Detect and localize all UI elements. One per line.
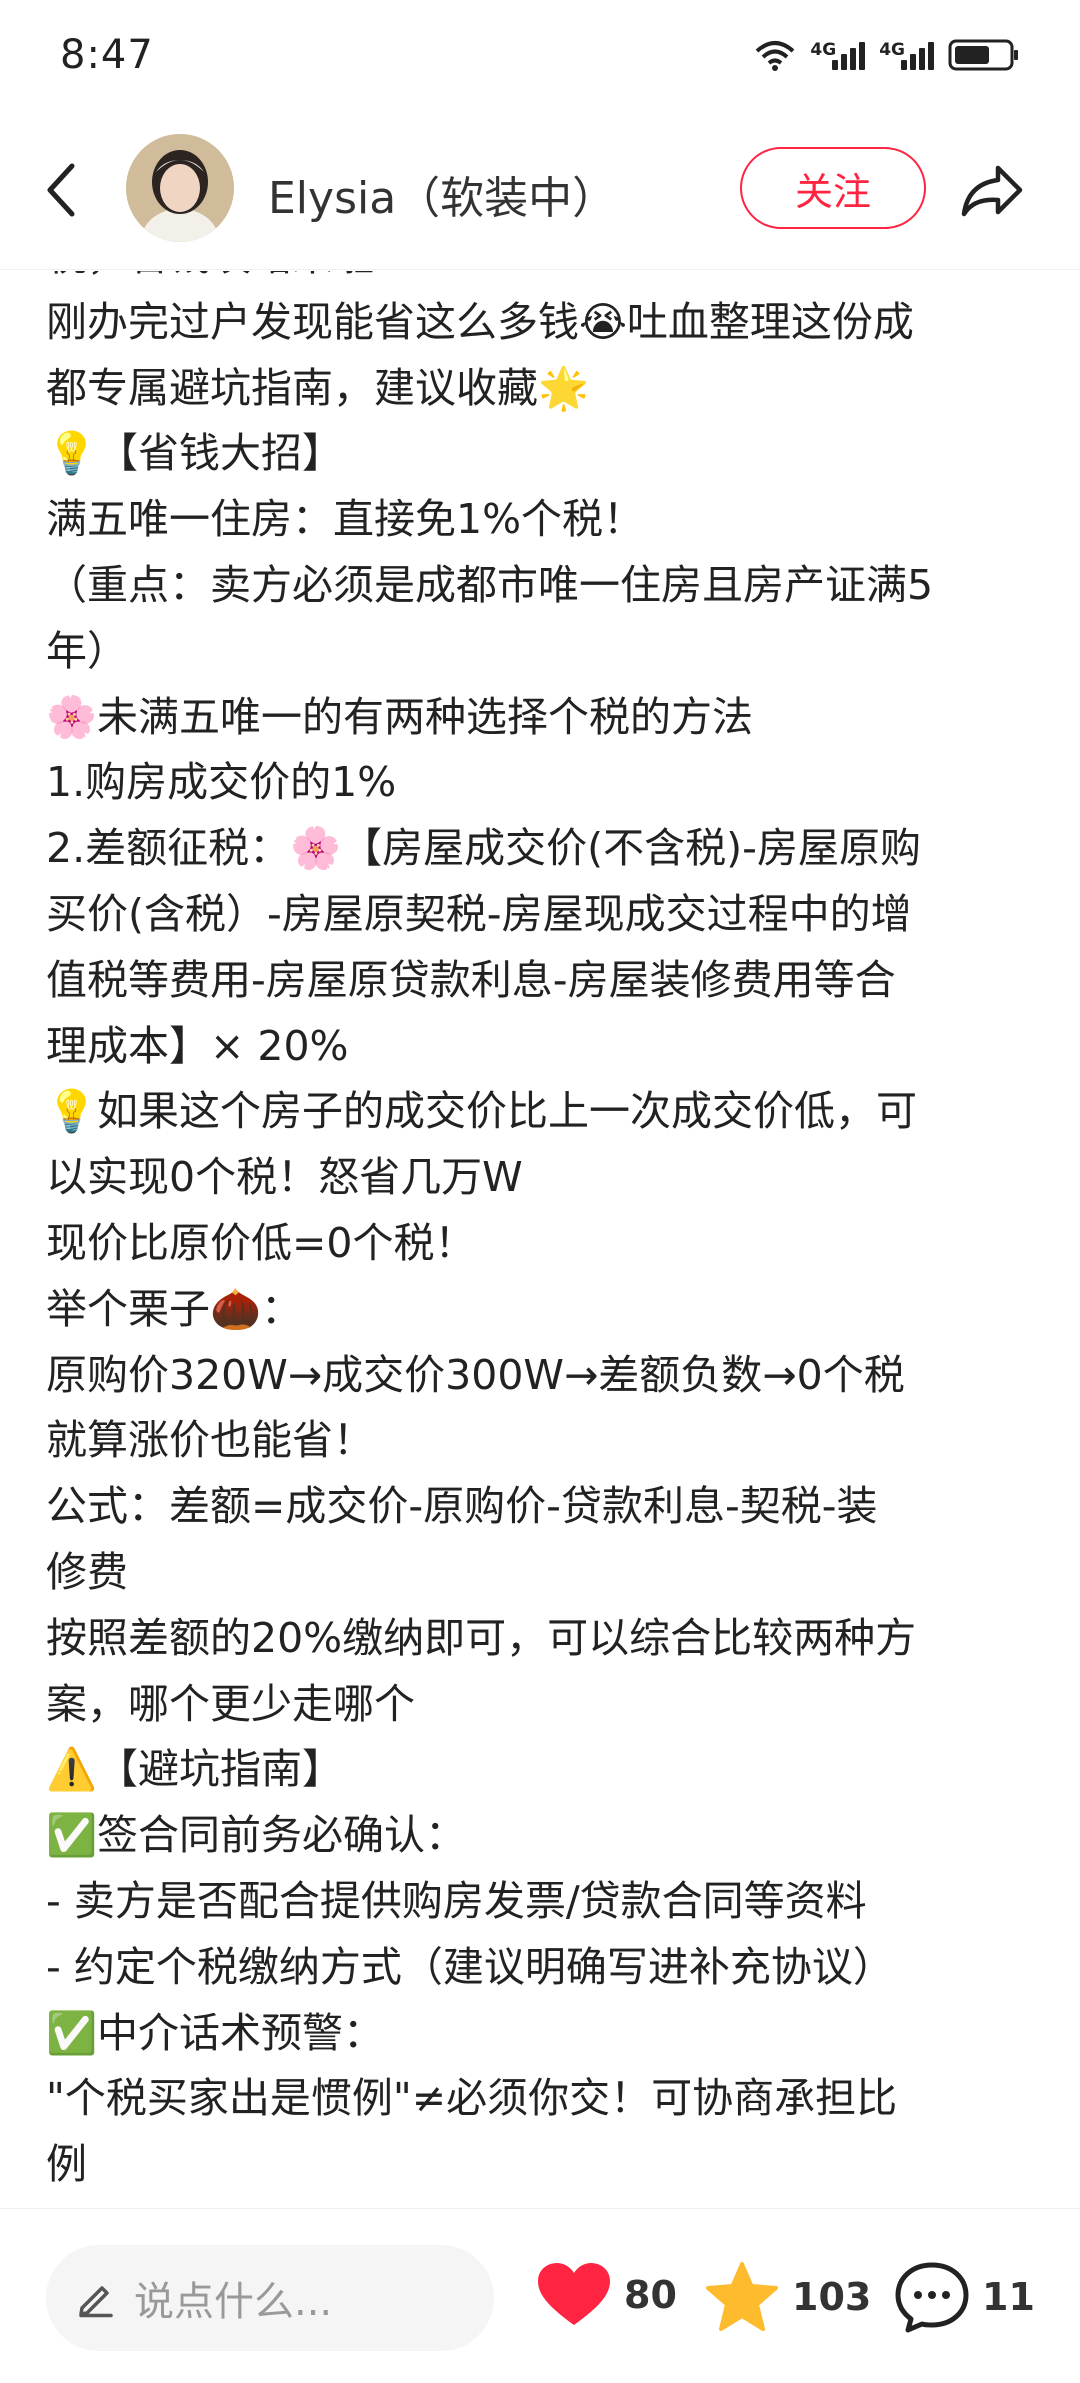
- post-line: 1.购房成交价的1%: [46, 758, 397, 807]
- post-line: 都专属避坑指南，建议收藏🌟: [46, 363, 590, 412]
- comment-count: 11: [982, 2275, 1035, 2319]
- post-line: 举个栗子🌰：: [46, 1284, 303, 1333]
- collect-count: 103: [792, 2275, 872, 2319]
- post-line: 买价(含税）-房屋原契税-房屋现成交过程中的增: [46, 889, 912, 938]
- post-line: - 约定个税缴纳方式（建议明确写进补充协议）: [46, 1942, 894, 1991]
- post-line: ⚠️【避坑指南】: [46, 1745, 344, 1794]
- heart-icon: [538, 2263, 610, 2325]
- post-header: Elysia（软装中） 关注: [0, 110, 1080, 270]
- post-line: 案，哪个更少走哪个: [46, 1679, 415, 1728]
- share-icon[interactable]: [958, 160, 1026, 220]
- like-button[interactable]: 80: [536, 2261, 677, 2329]
- post-line: 修费: [46, 1547, 128, 1596]
- post-line: 按照差额的20%缴纳即可，可以综合比较两种方: [46, 1613, 917, 1662]
- status-icons: 4G 4G: [754, 38, 1020, 72]
- post-line: - 卖方是否配合提供购房发票/贷款合同等资料: [46, 1876, 867, 1925]
- avatar[interactable]: [126, 134, 234, 242]
- post-line: 年）: [46, 626, 128, 675]
- post-line: 值税等费用-房屋原贷款利息-房屋装修费用等合: [46, 955, 896, 1004]
- collect-button[interactable]: 103: [704, 2261, 871, 2333]
- follow-button[interactable]: 关注: [740, 147, 926, 229]
- comment-icon: [895, 2262, 969, 2333]
- comment-placeholder: 说点什么...: [134, 2279, 333, 2325]
- post-body: 税，省钱攻略来啦！ 刚办完过户发现能省这么多钱😭吐血整理这份成 都专属避坑指南，…: [46, 271, 1046, 2198]
- status-bar: 8:47 4G 4G: [0, 0, 1080, 110]
- comment-input[interactable]: 说点什么...: [46, 2245, 494, 2351]
- post-line: 税，省钱攻略来啦！: [46, 271, 1046, 290]
- post-line: 以实现0个税！怒省几万W: [46, 1153, 523, 1202]
- signal-icon: 4G: [810, 40, 866, 70]
- like-count: 80: [624, 2273, 677, 2317]
- post-line: 原购价320W→成交价300W→差额负数→0个税: [46, 1350, 905, 1399]
- author-name[interactable]: Elysia（软装中）: [268, 162, 616, 226]
- post-line: 理成本】× 20%: [46, 1021, 349, 1070]
- post-content: 税，省钱攻略来啦！ 刚办完过户发现能省这么多钱😭吐血整理这份成 都专属避坑指南，…: [0, 271, 1080, 2208]
- post-line: 刚办完过户发现能省这么多钱😭吐血整理这份成: [46, 297, 914, 346]
- post-line: 就算涨价也能省！: [46, 1416, 374, 1465]
- post-line: 例: [46, 2140, 87, 2189]
- star-icon: [706, 2262, 778, 2331]
- bottom-action-bar: 说点什么... 80 103 11: [0, 2208, 1080, 2383]
- post-line: 满五唯一住房：直接免1%个税！: [46, 495, 645, 544]
- battery-icon: [948, 39, 1018, 71]
- post-line: "个税买家出是惯例"≠必须你交！可协商承担比: [46, 2074, 898, 2123]
- post-line: 2.差额征税：🌸【房屋成交价(不含税)-房屋原购: [46, 824, 921, 873]
- post-line: （重点：卖方必须是成都市唯一住房且房产证满5: [46, 560, 934, 609]
- post-line: 公式：差额=成交价-原购价-贷款利息-契税-装: [46, 1482, 878, 1531]
- post-line: 现价比原价低=0个税！: [46, 1218, 476, 1267]
- post-line: ✅签合同前务必确认：: [46, 1811, 467, 1860]
- post-line: ✅中介话术预警：: [46, 2008, 385, 2057]
- post-line: 🌸未满五唯一的有两种选择个税的方法: [46, 692, 754, 741]
- comment-button[interactable]: 11: [894, 2261, 1035, 2333]
- status-time: 8:47: [60, 32, 154, 78]
- post-line: 💡【省钱大招】: [46, 429, 344, 478]
- signal-icon: 4G: [879, 40, 934, 70]
- back-icon[interactable]: [38, 160, 88, 220]
- post-line: 💡如果这个房子的成交价比上一次成交价低，可: [46, 1087, 918, 1136]
- pencil-icon: [79, 2286, 113, 2318]
- wifi-icon: [756, 41, 795, 71]
